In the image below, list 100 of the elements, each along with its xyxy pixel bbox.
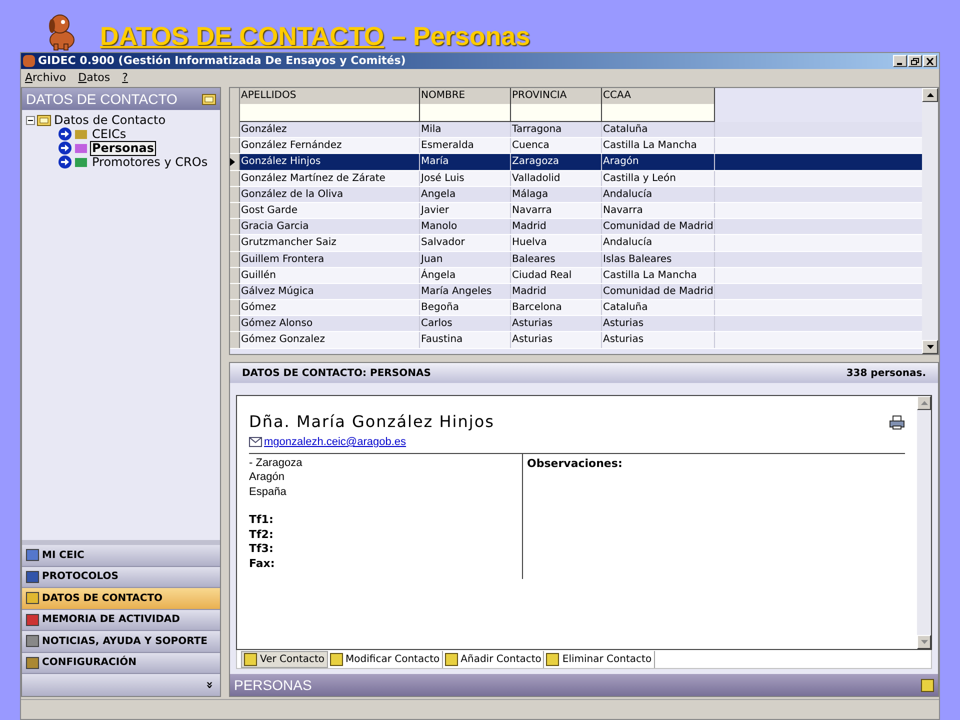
table-row[interactable]: Gálvez Múgica María Angeles Madrid Comunidad de Madrid bbox=[230, 284, 922, 300]
menu-item[interactable]: Datos bbox=[78, 70, 110, 86]
table-cell: Valladolid bbox=[511, 170, 602, 186]
nav-button[interactable]: DATOS DE CONTACTO bbox=[22, 588, 220, 610]
footer-title: PERSONAS bbox=[234, 676, 312, 694]
table-cell: Guillén bbox=[240, 268, 420, 283]
tab[interactable]: Ver Contacto bbox=[241, 651, 328, 668]
detail-title: DATOS DE CONTACTO: PERSONAS bbox=[242, 366, 431, 380]
table-cell: Cuenca bbox=[511, 138, 602, 154]
table-cell: Comunidad de Madrid bbox=[602, 284, 715, 300]
phone-label: Tf3: bbox=[249, 542, 274, 556]
table-cell: Madrid bbox=[511, 219, 602, 234]
table-row[interactable]: González de la Oliva Angela Málaga Andalucía bbox=[230, 186, 922, 203]
observations-label: Observaciones: bbox=[527, 456, 622, 470]
item-icon bbox=[74, 128, 88, 140]
table-row[interactable]: Guillén Ángela Ciudad Real Castilla La Mancha bbox=[230, 268, 922, 284]
filter-field[interactable] bbox=[240, 104, 419, 121]
table-cell: Gómez Alonso bbox=[240, 316, 420, 332]
nav-button[interactable]: MI CEIC bbox=[22, 545, 220, 566]
restore-button[interactable] bbox=[908, 55, 922, 67]
table-row[interactable]: González Mila Tarragona Cataluña bbox=[230, 122, 922, 138]
table-cell: Navarra bbox=[511, 202, 602, 218]
address-line: - Zaragoza bbox=[249, 456, 304, 470]
restore-icon bbox=[911, 58, 919, 64]
column-header[interactable]: CCAA bbox=[602, 88, 714, 104]
filter-field[interactable] bbox=[511, 104, 601, 121]
table-cell: Manolo bbox=[420, 219, 511, 234]
table-row[interactable]: González Martínez de Zárate José Luis Valladolid Castilla y León bbox=[230, 170, 922, 187]
column-header[interactable]: APELLIDOS bbox=[240, 88, 419, 104]
close-icon bbox=[926, 58, 934, 64]
table-cell: Cataluña bbox=[602, 122, 715, 138]
table-cell: Ciudad Real bbox=[511, 268, 602, 283]
table-cell: Castilla y León bbox=[602, 170, 715, 186]
table-row[interactable]: Gost Garde Javier Navarra Navarra bbox=[230, 202, 922, 220]
column-header[interactable]: NOMBRE bbox=[420, 88, 510, 104]
table-cell: González Hinjos bbox=[240, 154, 420, 170]
table-cell: Ángela bbox=[420, 268, 511, 283]
row-pointer-icon bbox=[230, 158, 235, 166]
table-row[interactable]: Guillem Frontera Juan Baleares Islas Baleares bbox=[230, 252, 922, 268]
menu-item[interactable]: Archivo bbox=[25, 70, 66, 86]
nav-button[interactable]: CONFIGURACIÓN bbox=[22, 652, 220, 674]
table-cell: María bbox=[420, 154, 511, 170]
column-header[interactable]: PROVINCIA bbox=[511, 88, 601, 104]
tree-item[interactable]: Datos de Contacto bbox=[53, 111, 167, 129]
email-link[interactable]: mgonzalezh.ceic@aragob.es bbox=[264, 434, 406, 450]
window-title: GIDEC 0.900 (Gestión Informatizada De Ensayos y Comités) bbox=[38, 52, 406, 69]
printer-icon[interactable] bbox=[889, 414, 905, 430]
table-row[interactable]: Gracia Garcia Manolo Madrid Comunidad de Madrid bbox=[230, 219, 922, 236]
scrollbar[interactable] bbox=[922, 88, 938, 354]
table-row[interactable]: González Fernández Esmeralda Cuenca Castilla La Mancha bbox=[230, 138, 922, 154]
table-cell: González Martínez de Zárate bbox=[240, 170, 420, 186]
table-row[interactable]: Gómez Alonso Carlos Asturias Asturias bbox=[230, 316, 922, 332]
up-arrow-icon[interactable] bbox=[926, 93, 934, 97]
table-cell: Castilla La Mancha bbox=[602, 138, 715, 154]
table-cell: González de la Oliva bbox=[240, 186, 420, 202]
table-cell: Begoña bbox=[420, 300, 511, 316]
table-cell: Salvador bbox=[420, 235, 511, 250]
table-cell: Gracia Garcia bbox=[240, 219, 420, 234]
minimize-button[interactable] bbox=[893, 55, 907, 67]
table-cell: Huelva bbox=[511, 235, 602, 250]
nav-button[interactable]: PROTOCOLOS bbox=[22, 566, 220, 588]
tab[interactable]: Añadir Contacto bbox=[442, 651, 544, 668]
tree-item[interactable]: Promotores y CROs bbox=[90, 154, 210, 170]
down-arrow-icon[interactable] bbox=[926, 345, 934, 349]
table-cell: José Luis bbox=[420, 170, 511, 186]
nav-button[interactable]: MEMORIA DE ACTIVIDAD bbox=[22, 610, 220, 631]
table-cell: Faustina bbox=[420, 332, 511, 348]
more-button[interactable]: » bbox=[204, 681, 216, 689]
table-cell: Tarragona bbox=[511, 122, 602, 138]
table-cell: Zaragoza bbox=[511, 154, 602, 170]
table-cell: Carlos bbox=[420, 316, 511, 332]
filter-field[interactable] bbox=[420, 104, 510, 121]
nav-button[interactable]: NOTICIAS, AYUDA Y SOPORTE bbox=[22, 631, 220, 652]
phone-label: Tf2: bbox=[249, 528, 274, 542]
tab[interactable]: Modificar Contacto bbox=[328, 651, 443, 668]
table-cell: Gómez bbox=[240, 300, 420, 316]
row-selector[interactable] bbox=[230, 154, 240, 170]
table-row[interactable]: Gómez Gonzalez Faustina Asturias Asturias bbox=[230, 332, 922, 349]
table-row[interactable]: Gómez Begoña Barcelona Cataluña bbox=[230, 300, 922, 316]
sidebar-title: DATOS DE CONTACTO bbox=[26, 90, 178, 108]
nav-icon bbox=[26, 549, 39, 562]
table-cell: Esmeralda bbox=[420, 138, 511, 154]
table-row[interactable]: González Hinjos María Zaragoza Aragón bbox=[230, 154, 922, 171]
tree-item[interactable]: CEICs bbox=[90, 126, 128, 142]
table-row[interactable]: Grutzmancher Saiz Salvador Huelva Andalucía bbox=[230, 235, 922, 252]
table-cell: Navarra bbox=[602, 202, 715, 218]
expander-icon[interactable] bbox=[26, 116, 35, 124]
filter-field[interactable] bbox=[602, 104, 714, 121]
table-cell: Juan bbox=[420, 252, 511, 267]
nav-icon bbox=[26, 614, 39, 626]
close-button[interactable] bbox=[923, 55, 937, 67]
table-cell: Cataluña bbox=[602, 300, 715, 316]
table-cell: Islas Baleares bbox=[602, 252, 715, 267]
table-cell: Grutzmancher Saiz bbox=[240, 235, 420, 250]
envelope-icon bbox=[249, 437, 262, 448]
table-cell: Baleares bbox=[511, 252, 602, 267]
table-cell: Javier bbox=[420, 202, 511, 218]
tab[interactable]: Eliminar Contacto bbox=[544, 651, 655, 668]
tree-item[interactable]: Personas bbox=[90, 140, 156, 156]
menu-item[interactable]: ? bbox=[122, 70, 128, 86]
